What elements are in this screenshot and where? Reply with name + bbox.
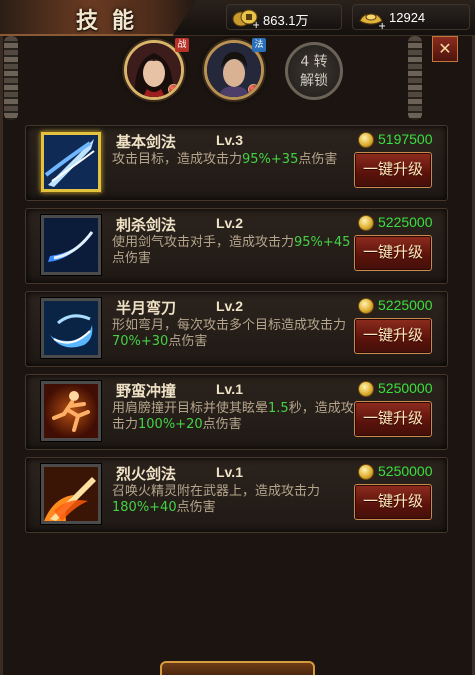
ingot-currency: + 12924 — [352, 4, 470, 30]
skill-icon-frame[interactable] — [41, 381, 101, 441]
skill-level: Lv.1 — [216, 381, 243, 397]
skill-row[interactable]: 半月弯刀 Lv.2 形如弯月，每次攻击多个目标造成攻击力70%+30点伤害 52… — [25, 291, 448, 367]
skill-icon-frame[interactable] — [41, 464, 101, 524]
gold-amount: 863.1万 — [263, 13, 309, 28]
chain-right-decoration — [408, 36, 422, 120]
skill-name: 刺杀剑法 — [116, 216, 177, 234]
skill-description: 攻击目标，造成攻击力95%+35点伤害 — [112, 152, 338, 167]
gold-coin-icon — [358, 381, 374, 397]
close-button[interactable]: ✕ — [432, 36, 458, 62]
sword-slash-icon — [44, 135, 98, 189]
skill-name: 烈火剑法 — [116, 465, 177, 483]
locked-hero-line2: 解锁 — [300, 73, 328, 89]
one-click-upgrade-button[interactable]: 一键升级 — [354, 152, 432, 188]
skill-level: Lv.2 — [216, 298, 243, 314]
page-title: 技能 — [76, 8, 149, 34]
svg-text:+: + — [378, 21, 385, 29]
skill-name: 基本剑法 — [116, 133, 177, 151]
one-click-upgrade-button[interactable]: 一键升级 — [354, 318, 432, 354]
skill-icon-frame[interactable] — [41, 132, 101, 192]
hero-status-dot — [248, 84, 259, 95]
skill-icon-frame[interactable] — [41, 215, 101, 275]
skill-name: 半月弯刀 — [116, 299, 177, 317]
one-click-upgrade-button[interactable]: 一键升级 — [354, 484, 432, 520]
top-bar: 技能 + 863.1万 + 12924 — [0, 0, 475, 36]
skill-level: Lv.1 — [216, 464, 243, 480]
skill-row[interactable]: 基本剑法 Lv.3 攻击目标，造成攻击力95%+35点伤害 5197500 一键… — [25, 125, 448, 201]
skill-row[interactable]: 野蛮冲撞 Lv.1 用肩膀撞开目标并使其眩晕1.5秒，造成攻击力100%+20点… — [25, 374, 448, 450]
svg-text:+: + — [252, 20, 259, 29]
hero-class-badge: 战 — [175, 38, 189, 52]
skill-icon-frame[interactable] — [41, 298, 101, 358]
skill-description: 用肩膀撞开目标并使其眩晕1.5秒，造成攻击力100%+20点伤害 — [112, 401, 354, 432]
skill-row[interactable]: 刺杀剑法 Lv.2 使用剑气攻击对手，造成攻击力95%+45点伤害 522500… — [25, 208, 448, 284]
crescent-blade-icon — [44, 301, 98, 355]
gold-currency: + 863.1万 — [226, 4, 342, 30]
gold-coin-icon — [358, 464, 374, 480]
flame-sword-icon — [44, 467, 98, 521]
skill-description: 形如弯月，每次攻击多个目标造成攻击力70%+30点伤害 — [112, 318, 347, 349]
skill-level: Lv.3 — [216, 132, 243, 148]
hero-status-dot — [168, 84, 179, 95]
locked-hero-slot[interactable]: 4 转 解锁 — [285, 42, 343, 100]
hero-class-badge: 法 — [252, 38, 266, 52]
one-click-upgrade-button[interactable]: 一键升级 — [354, 401, 432, 437]
gold-coin-icon — [358, 132, 374, 148]
skill-name: 野蛮冲撞 — [116, 382, 177, 400]
gold-coin-icon — [358, 298, 374, 314]
chain-left-decoration — [4, 36, 18, 120]
ingot-amount: 12924 — [389, 10, 426, 25]
skill-row[interactable]: 烈火剑法 Lv.1 召唤火精灵附在武器上，造成攻击力180%+40点伤害 525… — [25, 457, 448, 533]
thrust-wave-icon — [44, 218, 98, 272]
gold-coins-icon: + — [232, 9, 259, 29]
one-click-upgrade-button[interactable]: 一键升级 — [354, 235, 432, 271]
skill-description: 使用剑气攻击对手，造成攻击力95%+45点伤害 — [112, 235, 351, 266]
locked-hero-line1: 4 转 — [300, 54, 328, 70]
charging-runner-icon — [44, 384, 98, 438]
gold-coin-icon — [358, 215, 374, 231]
bottom-action-button[interactable] — [160, 661, 315, 675]
skill-level: Lv.2 — [216, 215, 243, 231]
gold-ingot-icon: + — [359, 13, 385, 29]
skill-description: 召唤火精灵附在武器上，造成攻击力180%+40点伤害 — [112, 484, 321, 515]
